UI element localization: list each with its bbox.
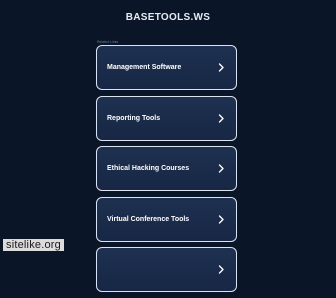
site-title: BASETOOLS.WS (125, 12, 211, 23)
chevron-right-icon (217, 214, 226, 224)
chevron-right-icon (217, 265, 226, 274)
related-links-label: Related Links (97, 40, 119, 44)
link-partial[interactable] (96, 247, 237, 292)
link-management-software[interactable]: Management Software (96, 45, 237, 90)
link-label: Reporting Tools (107, 114, 161, 122)
sitelike-watermark: sitelike.org (3, 239, 64, 251)
chevron-right-icon (217, 164, 226, 173)
link-label: Management Software (107, 64, 182, 71)
chevron-right-icon (217, 113, 226, 123)
chevron-right-icon (217, 63, 226, 72)
related-links-list: Management Software Reporting Tools Ethi… (96, 45, 237, 298)
link-label: Virtual Conference Tools (107, 215, 190, 223)
link-ethical-hacking-courses[interactable]: Ethical Hacking Courses (96, 146, 237, 191)
link-virtual-conference-tools[interactable]: Virtual Conference Tools (96, 196, 237, 242)
link-label: Ethical Hacking Courses (107, 165, 190, 172)
link-reporting-tools[interactable]: Reporting Tools (96, 95, 237, 141)
